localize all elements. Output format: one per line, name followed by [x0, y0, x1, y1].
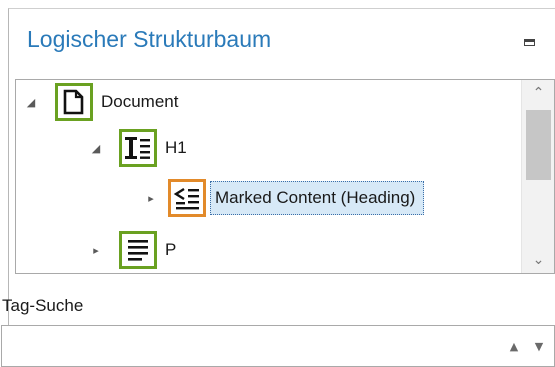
tree-row-document[interactable]: ◢ Document	[24, 80, 178, 124]
tag-search-field: ▲ ▼	[1, 325, 555, 367]
tree-row-label: Document	[101, 92, 179, 111]
panel-title: Logischer Strukturbaum	[27, 26, 272, 52]
tag-search-label: Tag-Suche	[2, 296, 84, 315]
scroll-up-icon[interactable]: ⌃	[522, 80, 555, 106]
spin-up-icon[interactable]: ▲	[504, 326, 524, 366]
expanded-arrow-icon[interactable]: ◢	[24, 95, 38, 109]
tree-scrollbar[interactable]: ⌃ ⌄	[521, 80, 554, 273]
minimize-button[interactable]	[523, 35, 537, 49]
collapsed-arrow-icon[interactable]: ▸	[89, 243, 103, 257]
structure-tree[interactable]: ◢ Document ◢ H1 ▸ Marked Content (Headin…	[15, 79, 555, 274]
tree-row-marked-content[interactable]: ▸ Marked Content (Heading)	[144, 176, 425, 220]
document-icon	[55, 83, 93, 121]
tree-row-p[interactable]: ▸ P	[89, 228, 176, 272]
spin-down-icon[interactable]: ▼	[529, 326, 549, 366]
tree-content: ◢ Document ◢ H1 ▸ Marked Content (Headin…	[16, 80, 521, 273]
tree-row-label-selected: Marked Content (Heading)	[210, 181, 425, 215]
tree-row-h1[interactable]: ◢ H1	[89, 126, 187, 170]
tree-row-label: P	[165, 240, 177, 259]
paragraph-tag-icon	[119, 231, 157, 269]
expanded-arrow-icon[interactable]: ◢	[89, 141, 103, 155]
marked-content-icon	[168, 179, 206, 217]
tree-row-label: H1	[165, 138, 187, 157]
heading-tag-icon	[119, 129, 157, 167]
scroll-down-icon[interactable]: ⌄	[522, 247, 555, 273]
page: Logischer Strukturbaum ◢ Document ◢ H1 ▸…	[0, 0, 555, 367]
tag-search-input[interactable]	[2, 326, 488, 366]
scroll-thumb[interactable]	[526, 110, 551, 180]
collapsed-arrow-icon[interactable]: ▸	[144, 191, 158, 205]
minimize-icon	[524, 39, 535, 46]
